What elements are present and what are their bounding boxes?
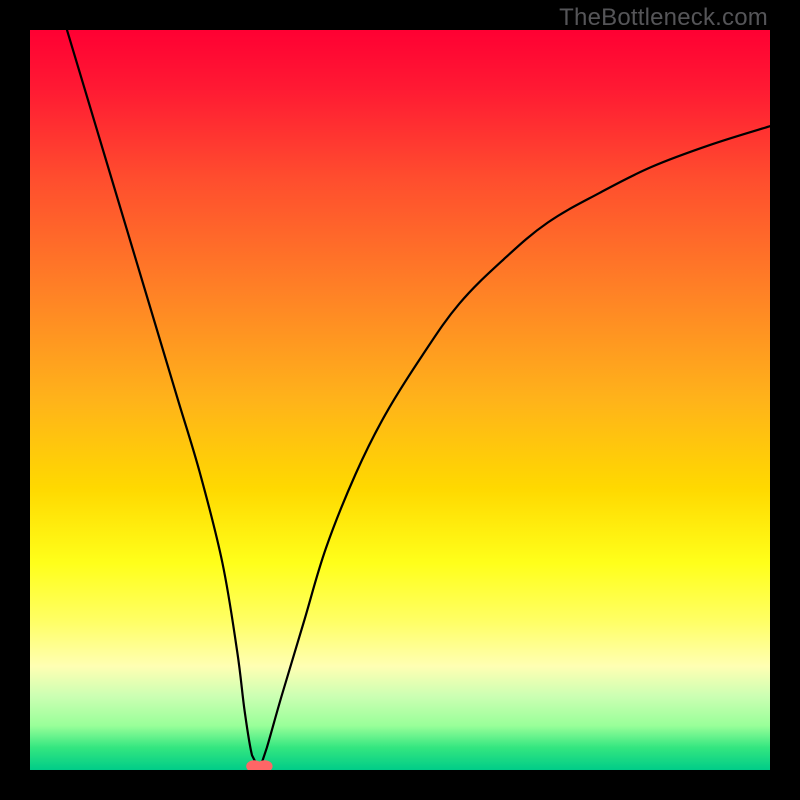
minimum-markers (246, 760, 272, 770)
bottleneck-chart (30, 30, 770, 770)
watermark-text: TheBottleneck.com (559, 4, 768, 32)
gradient-background (30, 30, 770, 770)
plot-frame (30, 30, 770, 770)
